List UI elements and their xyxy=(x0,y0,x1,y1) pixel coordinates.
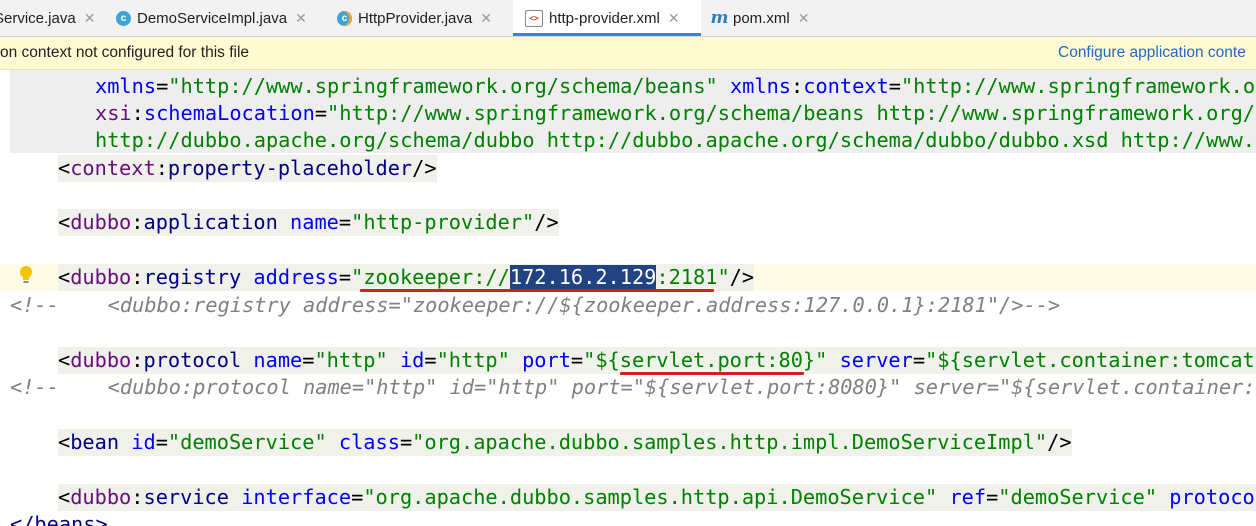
tab-label: DemoServiceImpl.java xyxy=(137,9,288,27)
tab-label: HttpProvider.java xyxy=(358,9,473,27)
code-line: <dubbo:service interface="org.apache.dub… xyxy=(0,484,1256,511)
tab-http-provider-xml[interactable]: <> http-provider.xml ✕ xyxy=(513,0,701,36)
selected-text: 172.16.2.129 xyxy=(509,265,657,289)
close-icon[interactable]: ✕ xyxy=(798,10,810,27)
code-line: <context:property-placeholder/> xyxy=(58,155,437,182)
code-line: xmlns="http://www.springframework.org/sc… xyxy=(95,74,1256,98)
tab-service-java[interactable]: Service.java ✕ xyxy=(0,0,98,36)
tab-label: http-provider.xml xyxy=(549,9,660,27)
class-icon: c xyxy=(116,10,131,26)
code-line: http://dubbo.apache.org/schema/dubbo htt… xyxy=(95,128,1256,152)
xml-file-icon: <> xyxy=(525,9,543,27)
code-line: <!-- <dubbo:protocol name="http" id="htt… xyxy=(10,375,1256,399)
tab-label: pom.xml xyxy=(733,9,790,27)
tab-demoserviceimpl-java[interactable]: c DemoServiceImpl.java ✕ xyxy=(116,0,324,36)
notification-message: on context not configured for this file xyxy=(0,44,250,61)
code-line: <!-- <dubbo:registry address="zookeeper:… xyxy=(10,293,1061,317)
tab-label: Service.java xyxy=(0,9,76,27)
editor-tab-bar: Service.java ✕ c DemoServiceImpl.java ✕ … xyxy=(0,0,1256,37)
configure-application-context-link[interactable]: Configure application conte xyxy=(1058,44,1246,62)
tab-httpprovider-java[interactable]: c HttpProvider.java ✕ xyxy=(337,0,509,36)
code-line: xsi:schemaLocation="http://www.springfra… xyxy=(95,101,1256,125)
notification-bar: on context not configured for this file … xyxy=(0,37,1256,70)
tab-pom-xml[interactable]: m pom.xml ✕ xyxy=(710,0,822,36)
code-editor[interactable]: xmlns="http://www.springframework.org/sc… xyxy=(0,70,1256,526)
maven-icon: m xyxy=(710,8,729,28)
code-line: <bean id="demoService" class="org.apache… xyxy=(58,429,1072,456)
close-icon[interactable]: ✕ xyxy=(295,10,307,27)
code-line: <dubbo:protocol name="http" id="http" po… xyxy=(0,347,1256,374)
code-line: <dubbo:application name="http-provider"/… xyxy=(58,209,559,236)
code-line: </beans> xyxy=(10,512,108,526)
close-icon[interactable]: ✕ xyxy=(84,10,96,27)
class-run-icon: c xyxy=(337,10,352,26)
close-icon[interactable]: ✕ xyxy=(668,10,680,27)
close-icon[interactable]: ✕ xyxy=(480,10,492,27)
code-line: <dubbo:registry address="zookeeper://172… xyxy=(58,264,755,291)
